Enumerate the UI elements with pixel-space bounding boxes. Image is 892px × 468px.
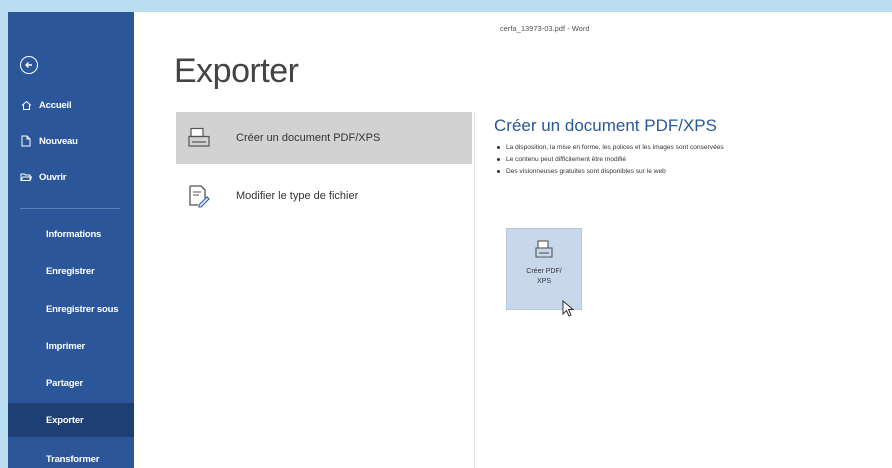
home-icon [20, 99, 32, 111]
backstage-sidebar: Accueil Nouveau Ouvrir Informations Enre… [8, 12, 134, 468]
sidebar-item-label: Enregistrer [46, 265, 95, 277]
sidebar-item-label: Imprimer [46, 340, 86, 352]
sidebar-item-label: Nouveau [39, 135, 78, 147]
create-pdf-xps-option[interactable]: Créer un document PDF/XPS [176, 112, 472, 164]
pdf-document-icon [186, 125, 212, 151]
sidebar-item-ouvrir[interactable]: Ouvrir [8, 162, 134, 192]
sidebar-item-accueil[interactable]: Accueil [8, 90, 134, 120]
change-file-type-option[interactable]: Modifier le type de fichier [176, 170, 472, 222]
sidebar-item-label: Ouvrir [39, 171, 67, 183]
pdf-document-icon [533, 239, 555, 261]
new-document-icon [20, 135, 32, 147]
sidebar-item-enregistrer-sous[interactable]: Enregistrer sous [8, 294, 134, 324]
page-title: Exporter [174, 52, 299, 90]
sidebar-item-label: Enregistrer sous [46, 303, 119, 315]
detail-panel: Créer un document PDF/XPS La disposition… [494, 116, 892, 178]
button-label: Créer PDF/ XPS [526, 268, 562, 285]
sidebar-item-label: Transformer [46, 453, 100, 465]
word-backstage-window: Accueil Nouveau Ouvrir Informations Enre… [8, 12, 892, 468]
bullet-item: La disposition, la mise en forme, les po… [494, 142, 892, 154]
detail-bullets: La disposition, la mise en forme, les po… [494, 142, 892, 178]
sidebar-divider [20, 208, 120, 209]
change-file-type-icon [186, 183, 212, 209]
back-arrow-icon[interactable] [20, 56, 38, 74]
detail-title: Créer un document PDF/XPS [494, 116, 717, 135]
option-label: Modifier le type de fichier [236, 190, 359, 202]
sidebar-item-partager[interactable]: Partager [8, 368, 134, 398]
create-pdf-xps-button[interactable]: Créer PDF/ XPS [506, 228, 582, 310]
folder-open-icon [20, 171, 32, 183]
sidebar-item-label: Partager [46, 377, 83, 389]
mouse-cursor-icon [562, 299, 578, 318]
sidebar-item-imprimer[interactable]: Imprimer [8, 331, 134, 361]
bullet-item: Des visionneuses gratuites sont disponib… [494, 166, 892, 178]
window-title: cerfa_13973-03.pdf - Word [500, 24, 590, 33]
sidebar-item-nouveau[interactable]: Nouveau [8, 126, 134, 156]
export-options-list: Créer un document PDF/XPS Modifier le ty… [176, 112, 472, 222]
sidebar-item-label: Accueil [39, 99, 72, 111]
sidebar-item-informations[interactable]: Informations [8, 219, 134, 249]
sidebar-item-enregistrer[interactable]: Enregistrer [8, 256, 134, 286]
sidebar-item-label: Informations [46, 228, 102, 240]
panel-divider [474, 112, 475, 468]
sidebar-item-exporter[interactable]: Exporter [8, 403, 134, 437]
sidebar-item-transformer[interactable]: Transformer [8, 444, 134, 468]
option-label: Créer un document PDF/XPS [236, 132, 381, 144]
sidebar-item-label: Exporter [46, 414, 84, 426]
bullet-item: Le contenu peut difficilement être modif… [494, 154, 892, 166]
